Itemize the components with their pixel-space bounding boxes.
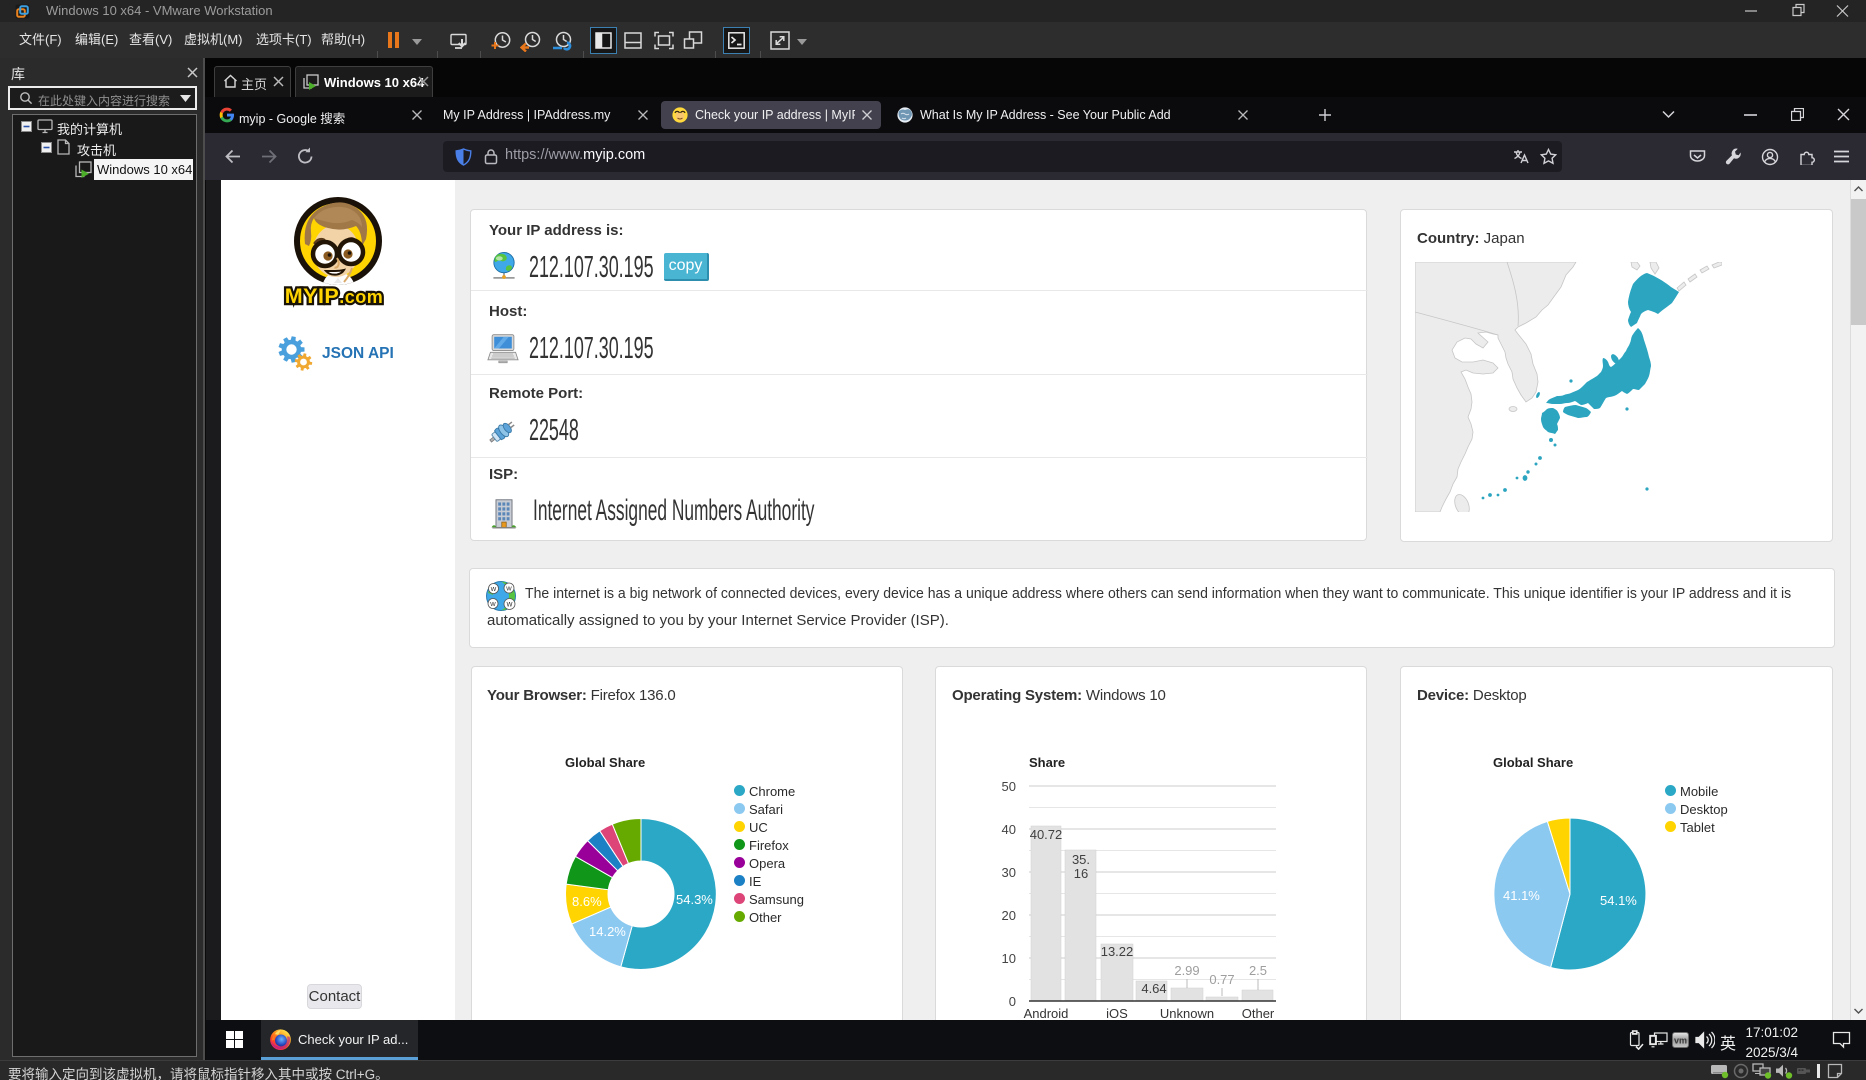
svg-text:10: 10 (1002, 951, 1016, 966)
svg-text:Share: Share (1029, 755, 1065, 770)
svg-text:40.72: 40.72 (1030, 827, 1063, 842)
svg-text:0.77: 0.77 (1209, 972, 1234, 987)
svg-text:4.64: 4.64 (1141, 981, 1166, 996)
svg-text:w: w (505, 584, 512, 593)
svg-text:vm: vm (1674, 1036, 1687, 1046)
svg-text:20: 20 (1002, 908, 1016, 923)
svg-text:30: 30 (1002, 865, 1016, 880)
svg-text:w: w (490, 584, 497, 593)
svg-text:40: 40 (1002, 822, 1016, 837)
svg-text:iOS: iOS (1106, 1006, 1128, 1020)
svg-text:w: w (489, 599, 496, 608)
svg-text:2.99: 2.99 (1174, 963, 1199, 978)
svg-text:35.: 35. (1072, 852, 1090, 867)
svg-text:Other: Other (1242, 1006, 1275, 1020)
svg-text:16: 16 (1074, 866, 1088, 881)
svg-text:Unknown: Unknown (1160, 1006, 1214, 1020)
svg-text:13.22: 13.22 (1101, 944, 1134, 959)
svg-text:50: 50 (1002, 779, 1016, 794)
svg-text:0: 0 (1009, 994, 1016, 1009)
svg-text:Android: Android (1024, 1006, 1069, 1020)
svg-text:w: w (506, 600, 513, 609)
svg-text:2.5: 2.5 (1249, 963, 1267, 978)
